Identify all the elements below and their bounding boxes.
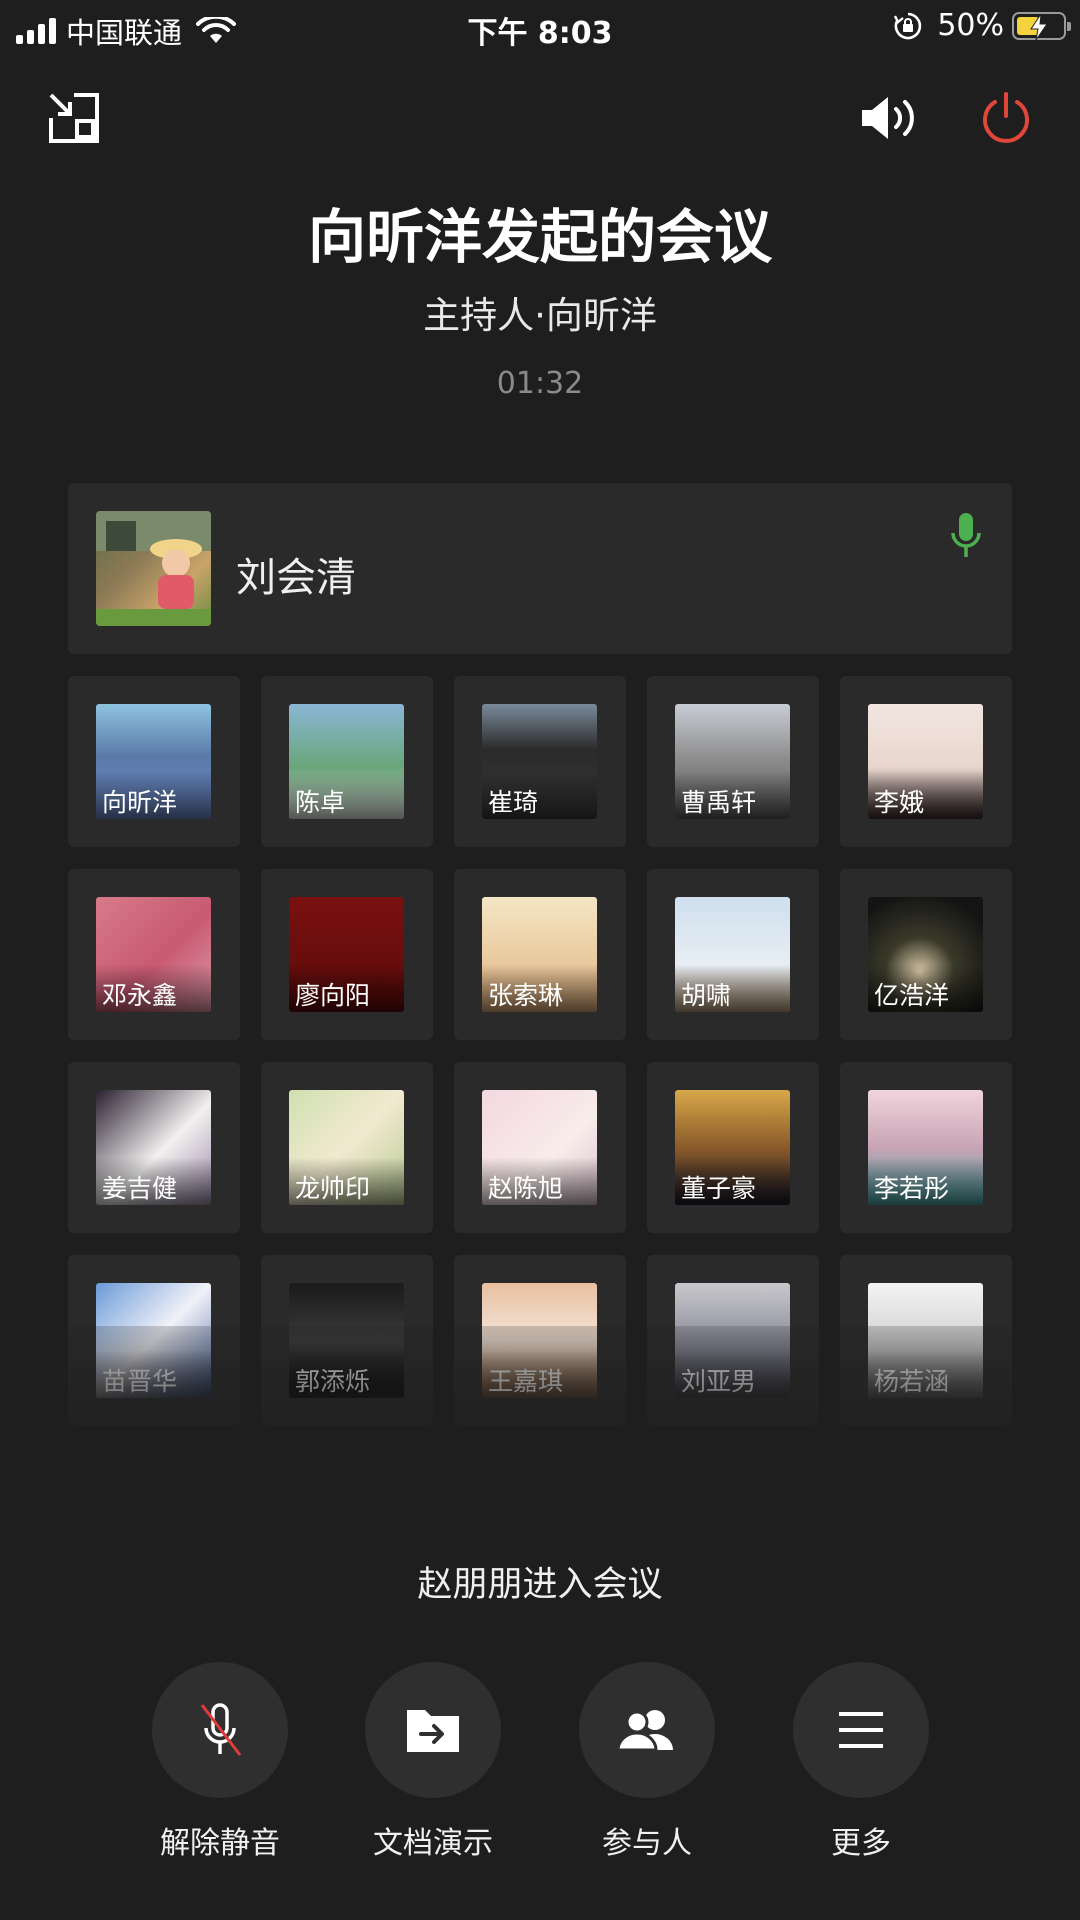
folder-share-icon <box>407 1710 459 1752</box>
participant-name: 崔琦 <box>488 788 539 817</box>
participant-tile[interactable]: 龙帅印 <box>261 1062 433 1233</box>
participant-tile[interactable]: 邓永鑫 <box>68 869 240 1040</box>
participant-tile[interactable]: 李娥 <box>840 676 1012 847</box>
rotation-lock-icon <box>894 12 922 39</box>
participant-name: 曹禹轩 <box>681 788 757 817</box>
microphone-icon <box>951 513 981 557</box>
meeting-title: 向昕洋发起的会议 <box>307 203 772 271</box>
participant-tile[interactable]: 陈卓 <box>261 676 433 847</box>
join-notice: 赵朋朋进入会议 <box>417 1565 663 1605</box>
status-right: 50% <box>893 8 1071 43</box>
participant-name: 邓永鑫 <box>102 981 178 1010</box>
battery-icon <box>1012 11 1071 40</box>
participant-tile[interactable]: 向昕洋 <box>68 676 240 847</box>
participant-name: 赵陈旭 <box>488 1174 564 1203</box>
participant-tile[interactable]: 崔琦 <box>454 676 626 847</box>
participant-name: 廖向阳 <box>295 981 371 1010</box>
end-meeting-button[interactable] <box>976 88 1036 148</box>
participant-name: 龙帅印 <box>295 1174 371 1203</box>
participant-grid: 向昕洋 陈卓 崔琦 曹禹轩 李娥邓永鑫 廖向阳 张索琳 胡啸 亿浩洋姜吉健 龙帅印 赵陈旭 董子豪 李若… <box>68 676 1012 1506</box>
participant-name: 向昕洋 <box>102 788 178 817</box>
participant-tile[interactable]: 董子豪 <box>647 1062 819 1233</box>
menu-lines-icon <box>839 1712 883 1748</box>
participant-tile[interactable]: 李若彤 <box>840 1062 1012 1233</box>
status-bar: 中国联通 下午 8:03 50% <box>0 0 1080 54</box>
share-document-label: 文档演示 <box>373 1826 493 1861</box>
participant-tile[interactable]: 廖向阳 <box>261 869 433 1040</box>
participant-tile[interactable]: 胡啸 <box>647 869 819 1040</box>
more-button[interactable]: 更多 <box>781 1662 941 1862</box>
participant-name: 胡啸 <box>681 981 732 1010</box>
minimize-window-icon <box>49 93 99 143</box>
meeting-host: 主持人·向昕洋 <box>423 294 657 337</box>
power-hangup-icon <box>983 92 1029 143</box>
participant-name: 李娥 <box>874 788 925 817</box>
participant-name: 亿浩洋 <box>874 981 950 1010</box>
minimize-button[interactable] <box>44 88 104 148</box>
speaker-button[interactable] <box>856 88 924 148</box>
grid-fade-overlay <box>68 1326 1012 1506</box>
participant-name: 姜吉健 <box>102 1174 178 1203</box>
microphone-muted-icon <box>200 1703 242 1756</box>
more-label: 更多 <box>831 1826 891 1861</box>
share-document-button[interactable]: 文档演示 <box>353 1662 513 1862</box>
participant-name: 李若彤 <box>874 1174 950 1203</box>
participant-name: 董子豪 <box>681 1174 757 1203</box>
avatar <box>96 511 211 626</box>
participant-tile[interactable]: 曹禹轩 <box>647 676 819 847</box>
participant-name: 张索琳 <box>488 981 564 1010</box>
speaker-volume-icon <box>862 97 914 139</box>
battery-percent: 50% <box>937 8 1004 43</box>
unmute-button[interactable]: 解除静音 <box>140 1662 300 1862</box>
participant-tile[interactable]: 张索琳 <box>454 869 626 1040</box>
meeting-duration: 01:32 <box>496 366 584 401</box>
participant-name: 陈卓 <box>295 788 346 817</box>
active-speaker-card[interactable]: 刘会清 <box>68 483 1012 654</box>
participant-tile[interactable]: 赵陈旭 <box>454 1062 626 1233</box>
people-icon <box>616 1710 673 1752</box>
participant-tile[interactable]: 姜吉健 <box>68 1062 240 1233</box>
unmute-label: 解除静音 <box>160 1826 280 1861</box>
participant-tile[interactable]: 亿浩洋 <box>840 869 1012 1040</box>
participants-label: 参与人 <box>602 1826 692 1861</box>
participants-button[interactable]: 参与人 <box>567 1662 727 1862</box>
active-speaker-name: 刘会清 <box>236 555 356 601</box>
